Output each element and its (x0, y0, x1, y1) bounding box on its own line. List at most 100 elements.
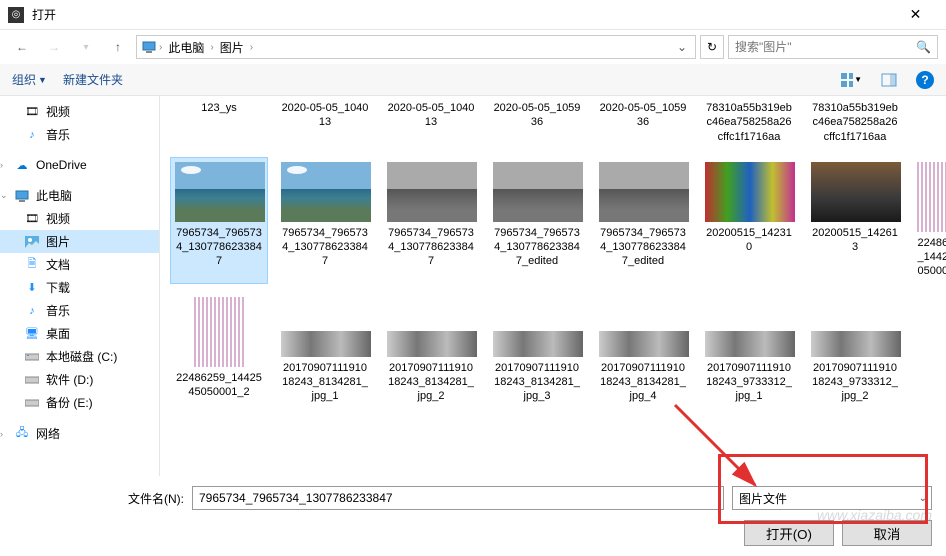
nav-bar: ← → ▾ ↑ › 此电脑 › 图片 › ⌄ ↻ 🔍 (0, 30, 946, 64)
file-item[interactable]: 22486259_1442545050001_2 (170, 292, 268, 409)
file-item[interactable]: 7965734_7965734_1307786233847_edited (488, 157, 586, 284)
help-icon[interactable]: ? (916, 71, 934, 89)
file-item[interactable]: 2017090711191018243_9733312_jpg_2 (806, 292, 904, 409)
app-icon: ◎ (8, 7, 24, 23)
file-item[interactable]: 2017090711191018243_8134281_jpg_1 (276, 292, 374, 409)
picture-icon (24, 234, 40, 250)
chevron-right-icon: › (210, 42, 213, 53)
file-name: 2020-05-05_105936 (493, 101, 581, 130)
sidebar-item-downloads[interactable]: ⬇下载 (0, 276, 159, 299)
sidebar-item-documents[interactable]: 🗎文档 (0, 253, 159, 276)
new-folder-button[interactable]: 新建文件夹 (63, 71, 123, 88)
file-name: 2017090711191018243_9733312_jpg_1 (705, 361, 793, 404)
video-icon: 🎞 (24, 211, 40, 227)
file-name: 2017090711191018243_8134281_jpg_1 (281, 361, 369, 404)
back-button[interactable]: ← (8, 35, 36, 59)
sidebar-item-music[interactable]: ♪音乐 (0, 299, 159, 322)
file-name: 7965734_7965734_1307786233847_edited (599, 226, 687, 269)
preview-pane-icon[interactable] (878, 69, 900, 91)
file-item[interactable]: 2017090711191018243_8134281_jpg_2 (382, 292, 480, 409)
filename-label: 文件名(N): (128, 490, 184, 507)
file-item[interactable]: 123_ys (170, 98, 268, 149)
organize-menu[interactable]: 组织 ▼ (12, 71, 47, 88)
file-thumbnail (281, 162, 371, 222)
refresh-button[interactable]: ↻ (700, 35, 724, 59)
breadcrumb-item[interactable]: 此电脑 (164, 37, 208, 58)
open-button[interactable]: 打开(O) (744, 520, 834, 546)
filter-label: 图片文件 (739, 490, 787, 507)
onedrive-icon: ☁ (14, 157, 30, 173)
file-item[interactable]: 2020-05-05_105936 (488, 98, 586, 149)
sidebar-item-onedrive[interactable]: ›☁OneDrive (0, 154, 159, 176)
file-thumbnail (493, 162, 583, 222)
collapse-icon[interactable]: ⌄ (0, 190, 8, 201)
file-thumbnail (281, 331, 371, 357)
sidebar-item-music[interactable]: ♪音乐 (0, 123, 159, 146)
search-input[interactable] (735, 40, 910, 54)
breadcrumb[interactable]: › 此电脑 › 图片 › ⌄ (136, 35, 696, 59)
file-item[interactable]: 2017090711191018243_8134281_jpg_3 (488, 292, 586, 409)
forward-button[interactable]: → (40, 35, 68, 59)
sidebar-item-desktop[interactable]: 🖥桌面 (0, 322, 159, 345)
file-thumbnail (599, 162, 689, 222)
network-icon: 🖧 (14, 426, 30, 442)
up-button[interactable]: ↑ (104, 35, 132, 59)
file-item[interactable]: 7965734_7965734_1307786233847_edited (594, 157, 692, 284)
sidebar-item-disk-e[interactable]: 备份 (E:) (0, 391, 159, 414)
file-item[interactable]: 78310a55b319ebc46ea758258a26cffc1f1716aa (700, 98, 798, 149)
file-item[interactable]: 22486259_1442545050001_2 (912, 157, 946, 284)
file-thumbnail (705, 331, 795, 357)
file-item[interactable]: 2017090711191018243_8134281_jpg_4 (594, 292, 692, 409)
sidebar-item-video[interactable]: 🎞视频 (0, 100, 159, 123)
search-box[interactable]: 🔍 (728, 35, 938, 59)
file-name: 2020-05-05_105936 (599, 101, 687, 130)
chevron-right-icon: › (250, 42, 253, 53)
file-name: 7965734_7965734_1307786233847_edited (493, 226, 581, 269)
file-item[interactable]: 20200515_142613 (806, 157, 904, 284)
disk-icon (24, 349, 40, 365)
expand-icon[interactable]: › (0, 160, 3, 170)
sidebar-item-video[interactable]: 🎞视频 (0, 207, 159, 230)
search-icon[interactable]: 🔍 (916, 40, 931, 54)
desktop-icon: 🖥 (24, 326, 40, 342)
filename-input[interactable] (192, 486, 724, 510)
disk-icon (24, 395, 40, 411)
watermark: www.xiazaiba.com (817, 507, 932, 523)
view-thumbnails-icon[interactable]: ▼ (840, 69, 862, 91)
file-thumbnail (387, 162, 477, 222)
file-name: 2017090711191018243_9733312_jpg_2 (811, 361, 899, 404)
file-item[interactable]: 7965734_7965734_1307786233847 (276, 157, 374, 284)
music-icon: ♪ (24, 127, 40, 143)
recent-dropdown[interactable]: ▾ (72, 35, 100, 59)
file-item[interactable]: 2020-05-05_105936 (594, 98, 692, 149)
breadcrumb-dropdown[interactable]: ⌄ (673, 40, 691, 54)
file-item[interactable]: 7965734_7965734_1307786233847 (382, 157, 480, 284)
file-thumbnail (705, 162, 795, 222)
file-thumbnail (194, 297, 244, 367)
footer: 文件名(N): 图片文件 ⌄ 打开(O) 取消 (0, 476, 946, 556)
sidebar-item-network[interactable]: ›🖧网络 (0, 422, 159, 445)
cancel-button[interactable]: 取消 (842, 520, 932, 546)
sidebar-item-disk-c[interactable]: 本地磁盘 (C:) (0, 345, 159, 368)
file-name: 78310a55b319ebc46ea758258a26cffc1f1716aa (811, 101, 899, 144)
file-thumbnail (811, 162, 901, 222)
file-item[interactable]: 7965734_7965734_1307786233847 (170, 157, 268, 284)
chevron-right-icon: › (159, 42, 162, 53)
expand-icon[interactable]: › (0, 429, 3, 439)
sidebar: 🎞视频 ♪音乐 ›☁OneDrive ⌄此电脑 🎞视频 图片 🗎文档 ⬇下载 ♪… (0, 96, 160, 476)
file-item[interactable]: 2017090711191018243_9733312_jpg_1 (700, 292, 798, 409)
file-thumbnail (917, 162, 946, 232)
file-item[interactable]: 78310a55b319ebc46ea758258a26cffc1f1716aa (806, 98, 904, 149)
sidebar-item-pictures[interactable]: 图片 (0, 230, 159, 253)
sidebar-item-disk-d[interactable]: 软件 (D:) (0, 368, 159, 391)
download-icon: ⬇ (24, 280, 40, 296)
file-list: 123_ys2020-05-05_1040132020-05-05_104013… (160, 96, 946, 476)
file-item[interactable]: 2020-05-05_104013 (276, 98, 374, 149)
video-icon: 🎞 (24, 104, 40, 120)
breadcrumb-item[interactable]: 图片 (216, 37, 248, 58)
file-thumbnail (387, 331, 477, 357)
file-item[interactable]: 2020-05-05_104013 (382, 98, 480, 149)
file-item[interactable]: 20200515_142310 (700, 157, 798, 284)
sidebar-item-this-pc[interactable]: ⌄此电脑 (0, 184, 159, 207)
close-button[interactable]: ✕ (893, 0, 938, 29)
